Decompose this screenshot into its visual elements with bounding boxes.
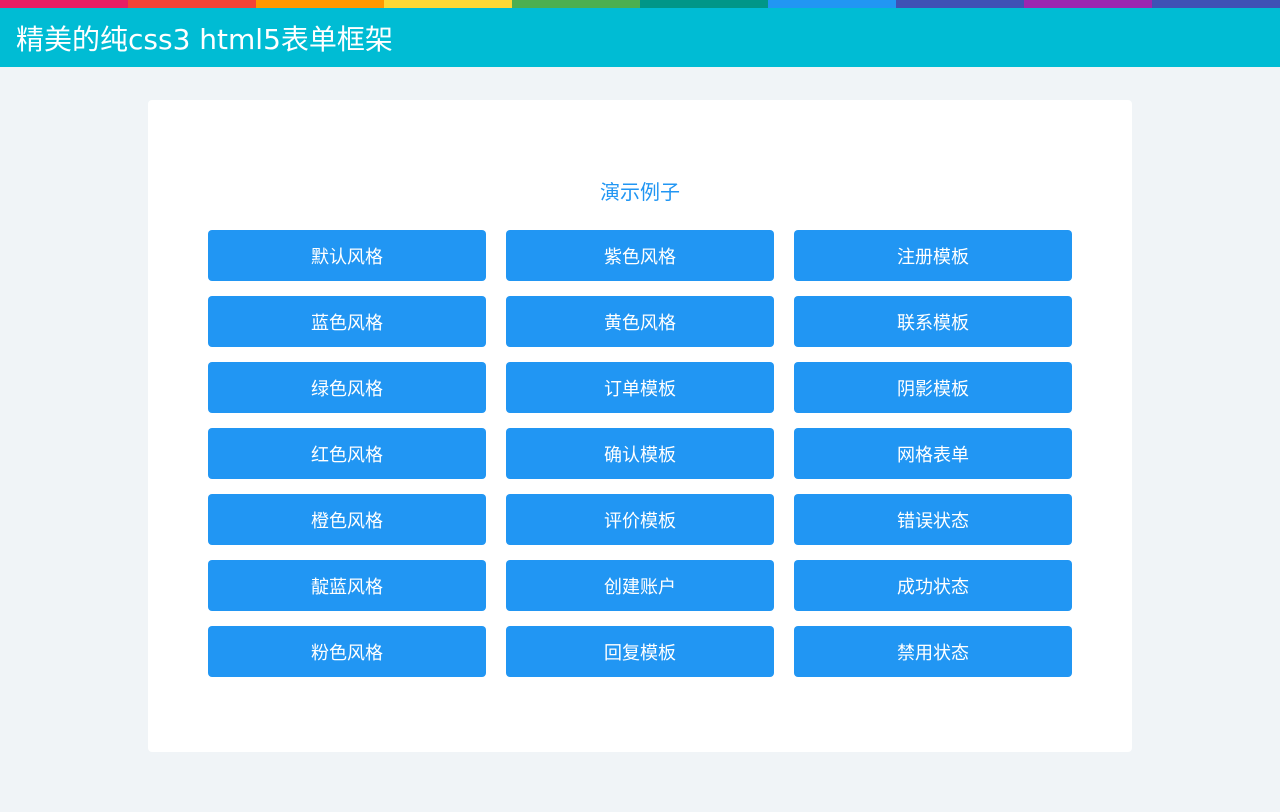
demo-button-orange-style[interactable]: 橙色风格 — [208, 494, 486, 545]
demo-button-grid-form[interactable]: 网格表单 — [794, 428, 1072, 479]
strip-segment — [1024, 0, 1152, 8]
strip-segment — [0, 0, 128, 8]
demo-button-order-template[interactable]: 订单模板 — [506, 362, 774, 413]
demo-button-purple-style[interactable]: 紫色风格 — [506, 230, 774, 281]
strip-segment — [768, 0, 896, 8]
strip-segment — [640, 0, 768, 8]
demo-button-blue-style[interactable]: 蓝色风格 — [208, 296, 486, 347]
demo-button-register-template[interactable]: 注册模板 — [794, 230, 1072, 281]
demo-button-disabled-state[interactable]: 禁用状态 — [794, 626, 1072, 677]
demo-button-default-style[interactable]: 默认风格 — [208, 230, 486, 281]
demo-button-error-state[interactable]: 错误状态 — [794, 494, 1072, 545]
page-header: 精美的纯css3 html5表单框架 — [0, 8, 1280, 67]
demo-button-contact-template[interactable]: 联系模板 — [794, 296, 1072, 347]
demo-card: 演示例子 默认风格 紫色风格 注册模板 蓝色风格 黄色风格 联系模板 绿色风格 … — [148, 100, 1132, 752]
demo-button-shadow-template[interactable]: 阴影模板 — [794, 362, 1072, 413]
section-title: 演示例子 — [600, 180, 680, 204]
strip-segment — [128, 0, 256, 8]
demo-button-grid: 默认风格 紫色风格 注册模板 蓝色风格 黄色风格 联系模板 绿色风格 订单模板 … — [208, 230, 1072, 677]
demo-button-reply-template[interactable]: 回复模板 — [506, 626, 774, 677]
strip-segment — [896, 0, 1024, 8]
demo-button-success-state[interactable]: 成功状态 — [794, 560, 1072, 611]
demo-button-yellow-style[interactable]: 黄色风格 — [506, 296, 774, 347]
demo-button-confirm-template[interactable]: 确认模板 — [506, 428, 774, 479]
demo-button-red-style[interactable]: 红色风格 — [208, 428, 486, 479]
strip-segment — [384, 0, 512, 8]
strip-segment — [1152, 0, 1280, 8]
demo-button-pink-style[interactable]: 粉色风格 — [208, 626, 486, 677]
demo-button-indigo-style[interactable]: 靛蓝风格 — [208, 560, 486, 611]
strip-segment — [512, 0, 640, 8]
strip-segment — [256, 0, 384, 8]
color-strip — [0, 0, 1280, 8]
demo-button-green-style[interactable]: 绿色风格 — [208, 362, 486, 413]
demo-button-review-template[interactable]: 评价模板 — [506, 494, 774, 545]
demo-button-create-account[interactable]: 创建账户 — [506, 560, 774, 611]
page-title: 精美的纯css3 html5表单框架 — [16, 22, 393, 56]
